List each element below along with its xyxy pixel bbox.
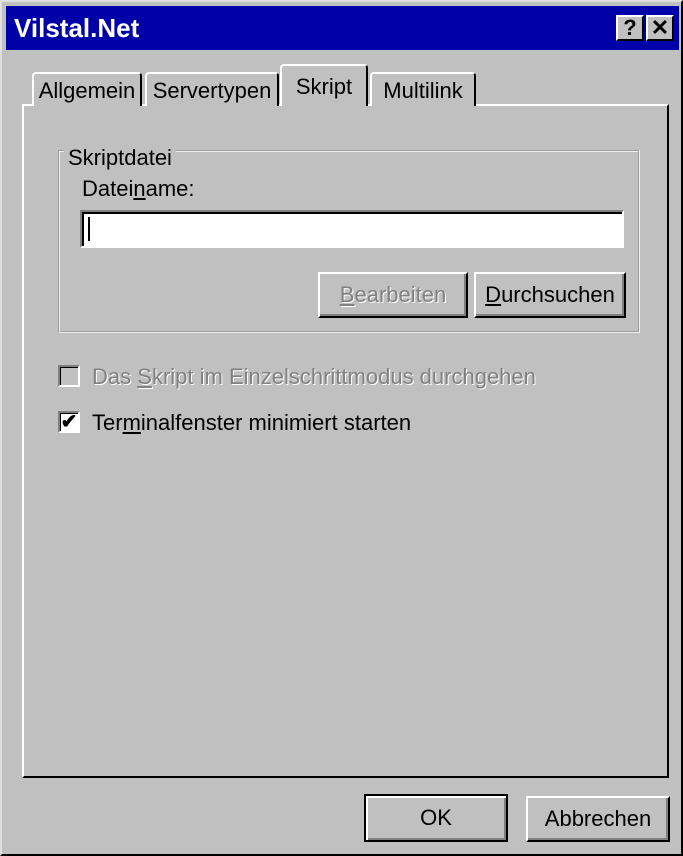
button-accel: B (339, 282, 355, 307)
button-text: earbeiten (354, 282, 447, 307)
label-text: ame: (145, 176, 195, 201)
ok-button[interactable]: OK (364, 794, 508, 842)
close-button[interactable]: ✕ (646, 15, 674, 41)
step-mode-label: Das Skript im Einzelschrittmodus durchge… (92, 364, 536, 390)
tab-multilink[interactable]: Multilink (370, 72, 476, 106)
label-text: Datei (82, 176, 134, 201)
help-icon: ? (623, 15, 637, 40)
properties-dialog: Vilstal.Net ? ✕ Allgemein Servertypen Sk… (0, 0, 683, 856)
tab-label: Allgemein (38, 78, 136, 103)
step-mode-checkbox[interactable] (58, 365, 80, 387)
button-text: Abbrechen (544, 806, 652, 831)
groupbox-legend: Skriptdatei (64, 145, 176, 171)
label-text: Das (92, 364, 138, 389)
label-accel: m (122, 410, 141, 435)
help-button[interactable]: ? (616, 15, 644, 41)
browse-button[interactable]: Durchsuchen (474, 272, 626, 318)
filename-input[interactable] (80, 210, 624, 248)
terminal-minimized-label: Terminalfenster minimiert starten (92, 410, 411, 436)
button-text: OK (420, 805, 452, 830)
label-text: inalfenster minimiert starten (140, 410, 412, 435)
label-text: Ter (92, 410, 123, 435)
tab-label: Multilink (383, 78, 463, 103)
button-accel: D (485, 282, 502, 307)
label-text: kript im Einzelschrittmodus durchgehen (151, 364, 536, 389)
tab-label: Servertypen (152, 78, 272, 103)
selected-tab-joiner (282, 104, 366, 107)
checkmark-icon: ✔ (60, 411, 78, 433)
tab-skript[interactable]: Skript (280, 64, 368, 106)
text-caret (88, 217, 90, 241)
button-text: urchsuchen (501, 282, 615, 307)
tab-label: Skript (295, 74, 353, 99)
title-bar[interactable]: Vilstal.Net ? ✕ (6, 6, 679, 50)
tab-allgemein[interactable]: Allgemein (32, 72, 142, 106)
cancel-button[interactable]: Abbrechen (526, 796, 670, 842)
edit-button[interactable]: Bearbeiten (318, 272, 468, 318)
close-icon: ✕ (650, 15, 670, 40)
window-title: Vilstal.Net (14, 13, 140, 43)
filename-label: Dateiname: (82, 176, 195, 202)
label-accel: S (137, 364, 152, 389)
terminal-minimized-checkbox[interactable]: ✔ (58, 411, 80, 433)
label-accel: n (133, 176, 146, 201)
tab-servertypen[interactable]: Servertypen (145, 72, 279, 106)
